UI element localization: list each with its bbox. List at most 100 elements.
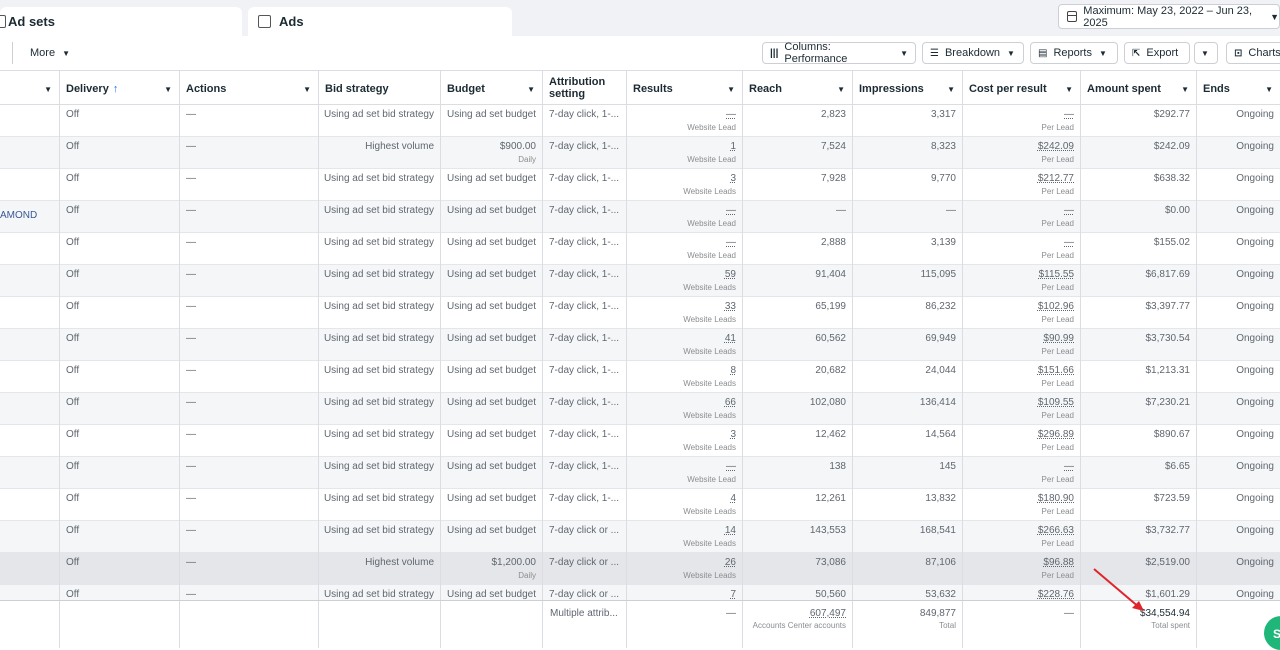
header-name[interactable]: ▼ xyxy=(0,71,60,105)
table-row[interactable]: Off — Using ad set bid strategy Using ad se… xyxy=(0,297,1280,329)
cell-name[interactable]: AMOND xyxy=(0,201,60,233)
cell-bid[interactable]: Highest volume xyxy=(319,137,441,169)
cell-impr-value: 115,095 xyxy=(920,269,956,280)
cell-budget[interactable]: Using ad set budget xyxy=(441,297,543,329)
cell-impr: 13,832 xyxy=(853,489,963,521)
cell-actions-value: — xyxy=(186,333,196,344)
cell-budget[interactable]: Using ad set budget xyxy=(441,361,543,393)
header-attribution-setting[interactable]: Attribution setting xyxy=(543,71,627,105)
cell-bid[interactable]: Using ad set bid strategy xyxy=(319,265,441,297)
cell-budget[interactable]: Using ad set budget xyxy=(441,265,543,297)
table-row[interactable]: Off — Using ad set bid strategy Using ad se… xyxy=(0,489,1280,521)
cell-cpr-sub: Per Lead xyxy=(1041,155,1074,164)
table-row[interactable]: Off — Highest volume $900.00 Daily 7-day clic… xyxy=(0,137,1280,169)
cell-bid[interactable]: Using ad set bid strategy xyxy=(319,489,441,521)
table-row[interactable]: Off — Using ad set bid strategy Using ad se… xyxy=(0,329,1280,361)
cell-budget[interactable]: Using ad set budget xyxy=(441,105,543,137)
cell-budget[interactable]: $900.00 Daily xyxy=(441,137,543,169)
header-results[interactable]: Results ▼ xyxy=(627,71,743,105)
header-bid-strategy[interactable]: Bid strategy xyxy=(319,71,441,105)
header-impressions[interactable]: Impressions ▼ xyxy=(853,71,963,105)
cell-spent: $1,213.31 xyxy=(1081,361,1197,393)
more-button[interactable]: More ▼ xyxy=(22,42,78,64)
cell-budget[interactable]: Using ad set budget xyxy=(441,489,543,521)
reports-button[interactable]: ▤ Reports ▼ xyxy=(1030,42,1118,64)
breakdown-button[interactable]: ☰ Breakdown ▼ xyxy=(922,42,1024,64)
cell-name[interactable] xyxy=(0,393,60,425)
cell-budget[interactable]: Using ad set budget xyxy=(441,393,543,425)
export-dropdown-button[interactable]: ▼ xyxy=(1194,42,1218,64)
cell-bid[interactable]: Using ad set bid strategy xyxy=(319,521,441,553)
table-row[interactable]: AMOND Off — Using ad set bid strategy Using … xyxy=(0,201,1280,233)
cell-budget-value: Using ad set budget xyxy=(447,429,536,440)
cell-budget[interactable]: Using ad set budget xyxy=(441,425,543,457)
table-row[interactable]: Off — Using ad set bid strategy Using ad se… xyxy=(0,169,1280,201)
cell-name[interactable] xyxy=(0,521,60,553)
cell-cpr-value: — xyxy=(1064,205,1074,216)
header-actions[interactable]: Actions ▼ xyxy=(180,71,319,105)
cell-bid[interactable]: Using ad set bid strategy xyxy=(319,329,441,361)
cell-bid[interactable]: Using ad set bid strategy xyxy=(319,201,441,233)
cell-budget[interactable]: Using ad set budget xyxy=(441,329,543,361)
cell-bid[interactable]: Using ad set bid strategy xyxy=(319,233,441,265)
header-delivery[interactable]: Delivery ↑ ▼ xyxy=(60,71,180,105)
cell-ends-value: Ongoing xyxy=(1236,173,1274,184)
cell-bid[interactable]: Using ad set bid strategy xyxy=(319,169,441,201)
table-row[interactable]: Off — Using ad set bid strategy Using ad se… xyxy=(0,233,1280,265)
table-row[interactable]: Off — Using ad set bid strategy Using ad se… xyxy=(0,105,1280,137)
chevron-down-icon: ▼ xyxy=(1098,48,1107,58)
cell-name[interactable] xyxy=(0,553,60,585)
cell-name[interactable] xyxy=(0,233,60,265)
cell-bid[interactable]: Using ad set bid strategy xyxy=(319,361,441,393)
table-row[interactable]: Off — Using ad set bid strategy Using ad se… xyxy=(0,361,1280,393)
cell-bid[interactable]: Using ad set bid strategy xyxy=(319,425,441,457)
header-amount-spent[interactable]: Amount spent ▼ xyxy=(1081,71,1197,105)
table-row[interactable]: Off — Using ad set bid strategy Using ad se… xyxy=(0,425,1280,457)
cell-name[interactable] xyxy=(0,265,60,297)
tab-ads[interactable]: Ads xyxy=(248,7,512,36)
table-row[interactable]: Off — Using ad set bid strategy Using ad se… xyxy=(0,457,1280,489)
cell-spent-value: $6.65 xyxy=(1164,461,1190,472)
tab-ad-sets[interactable]: Ad sets xyxy=(0,7,242,36)
cell-spent: $3,732.77 xyxy=(1081,521,1197,553)
cell-budget[interactable]: Using ad set budget xyxy=(441,233,543,265)
cell-name[interactable] xyxy=(0,425,60,457)
cell-attr: 7-day click, 1-... xyxy=(543,169,627,201)
cell-cpr-sub: Per Lead xyxy=(1041,571,1074,580)
cell-name[interactable] xyxy=(0,361,60,393)
cell-reach: 12,462 xyxy=(743,425,853,457)
cell-bid[interactable]: Using ad set bid strategy xyxy=(319,393,441,425)
cell-attr: 7-day click, 1-... xyxy=(543,137,627,169)
cell-ends-value: Ongoing xyxy=(1236,429,1274,440)
cell-name[interactable] xyxy=(0,105,60,137)
table-row[interactable]: Off — Highest volume $1,200.00 Daily 7-day cl… xyxy=(0,553,1280,585)
columns-button[interactable]: ||| Columns: Performance ▼ xyxy=(762,41,916,65)
cell-budget[interactable]: $1,200.00 Daily xyxy=(441,553,543,585)
cell-budget[interactable]: Using ad set budget xyxy=(441,201,543,233)
export-button[interactable]: ⇱ Export xyxy=(1124,42,1190,64)
cell-bid[interactable]: Using ad set bid strategy xyxy=(319,297,441,329)
cell-bid[interactable]: Highest volume xyxy=(319,553,441,585)
header-reach[interactable]: Reach ▼ xyxy=(743,71,853,105)
cell-name[interactable] xyxy=(0,297,60,329)
totals-results: — xyxy=(726,608,736,619)
cell-name[interactable] xyxy=(0,169,60,201)
cell-budget[interactable]: Using ad set budget xyxy=(441,457,543,489)
cell-name[interactable] xyxy=(0,489,60,521)
date-range-picker[interactable]: Maximum: May 23, 2022 – Jun 23, 2025 ▼ xyxy=(1058,4,1280,29)
header-ends[interactable]: Ends ▼ xyxy=(1197,71,1280,105)
cell-name[interactable] xyxy=(0,137,60,169)
charts-button[interactable]: ⊡ Charts xyxy=(1226,42,1280,64)
cell-name[interactable] xyxy=(0,329,60,361)
cell-budget[interactable]: Using ad set budget xyxy=(441,521,543,553)
header-budget[interactable]: Budget ▼ xyxy=(441,71,543,105)
table-row[interactable]: Off — Using ad set bid strategy Using ad se… xyxy=(0,393,1280,425)
table-row[interactable]: Off — Using ad set bid strategy Using ad se… xyxy=(0,521,1280,553)
table-row[interactable]: Off — Using ad set bid strategy Using ad se… xyxy=(0,265,1280,297)
cell-bid[interactable]: Using ad set bid strategy xyxy=(319,457,441,489)
cell-budget[interactable]: Using ad set budget xyxy=(441,169,543,201)
cell-name[interactable] xyxy=(0,457,60,489)
cell-ends: Ongoing xyxy=(1197,361,1280,393)
cell-bid[interactable]: Using ad set bid strategy xyxy=(319,105,441,137)
header-cost-per-result[interactable]: Cost per result ▼ xyxy=(963,71,1081,105)
